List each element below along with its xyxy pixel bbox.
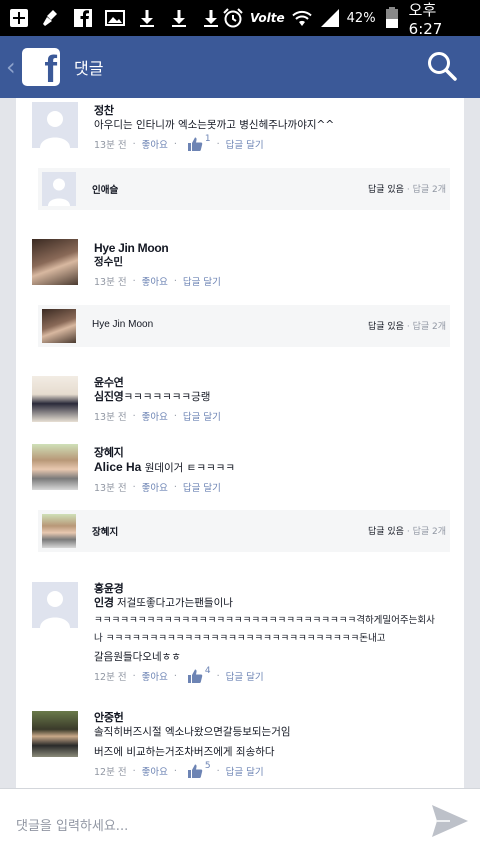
comment-body: 버즈에 비교하는거조차버즈에게 죄송하다 (94, 746, 275, 758)
add-icon (8, 7, 30, 29)
avatar[interactable] (32, 444, 78, 490)
mention[interactable]: 정수민 (94, 256, 123, 268)
reply-link[interactable]: 답글 달기 (183, 480, 221, 494)
facebook-logo[interactable]: f (22, 48, 60, 86)
comment-body: 아우디는 인타니까 엑소는못까고 병신헤주나까야지^^ (94, 119, 335, 131)
like-link[interactable]: 좋아요 (142, 764, 168, 778)
like-link[interactable]: 좋아요 (142, 137, 168, 151)
like-link[interactable]: 좋아요 (142, 480, 168, 494)
reply-link[interactable]: 답글 달기 (226, 764, 264, 778)
wifi-icon (291, 7, 313, 29)
download-icon (136, 7, 158, 29)
comment-author[interactable]: 안중헌 (94, 711, 454, 725)
mention[interactable]: 심진영 (94, 390, 124, 403)
like-count: 4 (204, 666, 211, 676)
app-bar: ‹ f 댓글 (0, 36, 480, 98)
status-bar: Volte 42% 오후 6:27 (0, 0, 480, 38)
comment-time: 13분 전 (94, 412, 127, 423)
battery-percent: 42% (346, 10, 376, 26)
like-link[interactable]: 좋아요 (142, 274, 168, 288)
like-count: 1 (204, 134, 211, 144)
like-count: 5 (204, 761, 211, 771)
comment-body: ㅋㅋㅋㅋㅋㅋㅋㅋㅋㅋㅋㅋㅋㅋㅋㅋㅋㅋㅋㅋㅋㅋㅋㅋㅋㅋㅋㅋㅋㅋ격하게밀어주는회사 (94, 615, 435, 626)
download-icon (200, 7, 222, 29)
comment-time: 12분 전 (94, 767, 127, 778)
comment-body: 원데이거 ㅌㅋㅋㅋㅋ (144, 462, 235, 474)
alarm-icon (222, 7, 244, 29)
avatar (42, 514, 76, 548)
reply-count: 답글 2개 (412, 527, 446, 537)
search-icon[interactable] (426, 50, 458, 82)
reply-link[interactable]: 답글 달기 (183, 409, 221, 423)
comment-body: ㅋㅋㅋㅋㅋㅋㅋ긍랭 (123, 391, 211, 403)
reply-author: 인애슬 (92, 185, 119, 196)
has-replies-label: 답글 있음 (367, 527, 404, 537)
reply-link[interactable]: 답글 달기 (183, 274, 221, 288)
clock: 오후 6:27 (408, 0, 443, 38)
comment-list[interactable]: 정찬 아우디는 인타니까 엑소는못까고 병신헤주나까야지^^ 13분 전 · 좋… (16, 98, 464, 788)
has-replies-label: 답글 있음 (367, 185, 404, 195)
avatar[interactable] (32, 711, 78, 757)
comment-body: 저걸또좋다고가는팬들이나 (116, 597, 233, 609)
back-chevron-icon[interactable]: ‹ (6, 53, 20, 81)
gallery-icon (104, 7, 126, 29)
comment-author[interactable]: 정찬 (94, 104, 454, 118)
reply-count: 답글 2개 (412, 322, 446, 332)
comment-composer: 댓글을 입력하세요... (0, 788, 480, 853)
reply-author: 장혜지 (92, 527, 119, 538)
like-icon: 1 (187, 134, 211, 152)
send-icon[interactable] (430, 801, 470, 841)
carrier-label: Volte (250, 11, 285, 25)
reply-count: 답글 2개 (412, 185, 446, 195)
facebook-icon (72, 7, 94, 29)
comment-input[interactable]: 댓글을 입력하세요... (16, 815, 128, 834)
comment-body: 나 ㅋㅋㅋㅋㅋㅋㅋㅋㅋㅋㅋㅋㅋㅋㅋㅋㅋㅋㅋㅋㅋㅋㅋㅋㅋㅋㅋㅋㅋ돈내고 (94, 633, 386, 644)
avatar[interactable] (32, 582, 78, 628)
signal-icon (319, 7, 341, 29)
comment-body: 솔직히버즈시절 엑소나왔으면갈등보되는거임 (94, 726, 291, 738)
comment-time: 13분 전 (94, 140, 127, 151)
has-replies-label: 답글 있음 (367, 322, 404, 332)
comment-time: 12분 전 (94, 672, 127, 683)
avatar[interactable] (32, 239, 78, 285)
battery-icon (382, 7, 403, 29)
comment-body: 갈음원들다오네ㅎㅎ (94, 651, 181, 663)
comment-author[interactable]: 장혜지 (94, 446, 454, 460)
replies-row[interactable]: 장혜지 답글 있음 · 답글 2개 (38, 510, 450, 552)
like-link[interactable]: 좋아요 (142, 409, 168, 423)
avatar (42, 172, 76, 206)
comment-author[interactable]: 홍윤경 (94, 582, 454, 596)
like-link[interactable]: 좋아요 (142, 669, 168, 683)
reply-link[interactable]: 답글 달기 (226, 669, 264, 683)
reply-link[interactable]: 답글 달기 (226, 137, 264, 151)
comment-author[interactable]: 윤수연 (94, 376, 454, 390)
download-icon (168, 7, 190, 29)
broom-icon (40, 7, 62, 29)
replies-row[interactable]: 인애슬 답글 있음 · 답글 2개 (38, 168, 450, 210)
avatar (42, 309, 76, 343)
like-icon: 4 (187, 666, 211, 684)
avatar[interactable] (32, 102, 78, 148)
like-icon: 5 (187, 761, 211, 779)
page-title: 댓글 (74, 59, 104, 78)
mention[interactable]: Alice Ha (94, 460, 141, 474)
reply-author: Hye Jin Moon (92, 319, 154, 330)
comment-author[interactable]: Hye Jin Moon (94, 241, 454, 255)
replies-row[interactable]: Hye Jin Moon 답글 있음 · 답글 2개 (38, 305, 450, 347)
avatar[interactable] (32, 376, 78, 422)
comment-time: 13분 전 (94, 483, 127, 494)
comment-time: 13분 전 (94, 277, 127, 288)
mention[interactable]: 인경 (94, 596, 114, 609)
